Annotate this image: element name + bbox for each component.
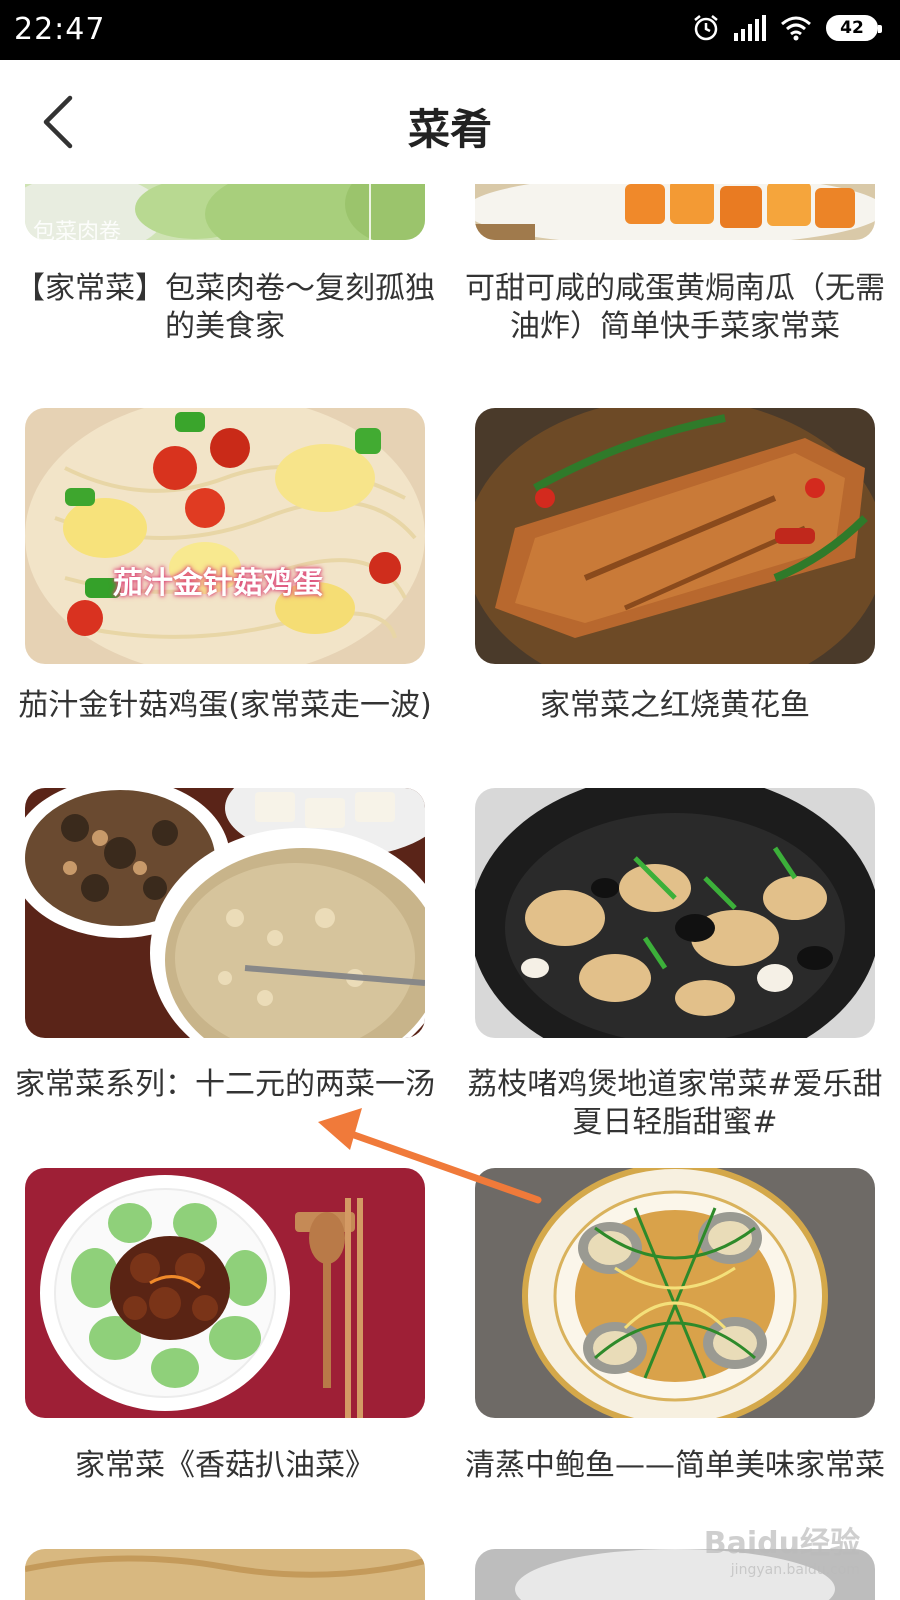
recipe-image-caption: 茄汁金针菇鸡蛋: [113, 566, 323, 601]
page-title: 菜肴: [407, 105, 492, 154]
watermark-text: Baidu经验: [703, 1526, 860, 1561]
recipe-card-image[interactable]: [25, 788, 425, 1038]
recipe-title[interactable]: 家常菜之红烧黄花鱼: [465, 687, 885, 725]
status-bar: 22:47 42: [0, 0, 900, 60]
watermark-url: jingyan.baidu.com: [730, 1562, 860, 1578]
battery-level: 42: [840, 18, 864, 38]
recipe-card-image[interactable]: [25, 1549, 425, 1600]
recipe-grid[interactable]: 包菜肉卷 【家常菜】包菜肉卷～复刻孤独的美食家 可甜可咸的咸蛋黄焗南瓜（无需油炸…: [0, 184, 900, 1600]
baidu-watermark: Baidu经验 jingyan.baidu.com: [704, 1518, 860, 1578]
recipe-title[interactable]: 清蒸中鲍鱼——简单美味家常菜: [465, 1447, 885, 1485]
recipe-title[interactable]: 家常菜系列：十二元的两菜一汤: [15, 1066, 435, 1104]
recipe-title[interactable]: 茄汁金针菇鸡蛋(家常菜走一波): [15, 687, 435, 725]
signal-icon: [734, 15, 766, 41]
wifi-icon: [781, 16, 811, 41]
recipe-title[interactable]: 【家常菜】包菜肉卷～复刻孤独的美食家: [15, 270, 435, 346]
recipe-card-image[interactable]: 茄汁金针菇鸡蛋: [25, 408, 425, 664]
status-icons: 42: [692, 14, 882, 42]
recipe-card-image[interactable]: 包菜肉卷: [25, 184, 425, 240]
recipe-card-image[interactable]: [475, 184, 875, 240]
alarm-icon: [694, 15, 718, 41]
recipe-title[interactable]: 可甜可咸的咸蛋黄焗南瓜（无需油炸）简单快手菜家常菜: [465, 270, 885, 346]
nav-header: 菜肴: [0, 60, 900, 184]
battery-indicator: 42: [826, 15, 882, 41]
annotation-arrow-icon: [318, 1108, 542, 1204]
recipe-title[interactable]: 家常菜《香菇扒油菜》: [15, 1447, 435, 1485]
recipe-image-caption: 包菜肉卷: [33, 220, 122, 240]
status-time: 22:47: [14, 12, 106, 47]
recipe-card-image[interactable]: [475, 408, 875, 664]
recipe-card-image[interactable]: [475, 788, 875, 1038]
